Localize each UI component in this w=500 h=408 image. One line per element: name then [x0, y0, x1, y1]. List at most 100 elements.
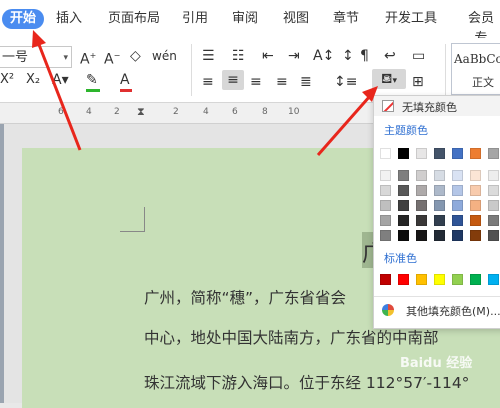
color-swatch[interactable]	[452, 200, 463, 211]
color-swatch[interactable]	[380, 170, 391, 181]
rotate-text-icon[interactable]: ↩	[384, 46, 396, 66]
borders-icon[interactable]: ⊞	[412, 72, 424, 92]
color-swatch[interactable]	[398, 230, 409, 241]
color-swatch[interactable]	[470, 148, 481, 159]
separator	[445, 44, 446, 96]
color-swatch[interactable]	[452, 170, 463, 181]
style-gallery-normal[interactable]: AaBbCc 正文	[451, 43, 500, 95]
color-swatch[interactable]	[416, 185, 427, 196]
color-swatch[interactable]	[470, 274, 481, 285]
color-swatch[interactable]	[416, 200, 427, 211]
grow-font-icon[interactable]: A+	[80, 46, 96, 68]
color-swatch[interactable]	[398, 148, 409, 159]
font-size-select[interactable]: 一号 ▾	[0, 46, 72, 68]
color-swatch[interactable]	[398, 200, 409, 211]
shading-color-dropdown: 无填充颜色 主题颜色 标准色 其他填充颜色(M)...	[373, 95, 500, 329]
line-spacing-icon[interactable]: ↕≡	[334, 72, 357, 92]
shrink-font-icon[interactable]: A−	[104, 46, 120, 68]
no-fill-option[interactable]: 无填充颜色	[374, 96, 500, 116]
tab-review[interactable]: 审阅	[232, 9, 258, 29]
tab-developer[interactable]: 开发工具	[385, 9, 437, 29]
color-swatch[interactable]	[398, 274, 409, 285]
align-left-icon[interactable]: ≡	[202, 72, 214, 92]
color-swatch[interactable]	[488, 215, 499, 226]
color-swatch[interactable]	[380, 148, 391, 159]
phonetic-guide-icon[interactable]: wén	[152, 46, 177, 66]
tab-chapter[interactable]: 章节	[333, 9, 359, 29]
highlight-color-bar	[86, 89, 100, 92]
color-swatch[interactable]	[434, 185, 445, 196]
increase-indent-icon[interactable]: ⇥	[288, 46, 300, 66]
color-swatch[interactable]	[416, 170, 427, 181]
color-swatch[interactable]	[488, 274, 499, 285]
font-color-icon[interactable]: A	[120, 70, 132, 92]
tab-home[interactable]: 开始	[2, 9, 45, 29]
distribute-icon[interactable]: ≣	[300, 72, 312, 92]
ruler-number: 6	[58, 107, 64, 117]
color-swatch[interactable]	[434, 170, 445, 181]
color-swatch[interactable]	[452, 230, 463, 241]
color-swatch[interactable]	[434, 274, 445, 285]
color-swatch[interactable]	[470, 230, 481, 241]
table-icon[interactable]: ▭	[412, 46, 425, 66]
no-fill-label: 无填充颜色	[402, 101, 457, 114]
justify-icon[interactable]: ≡	[276, 72, 288, 92]
color-swatch[interactable]	[398, 215, 409, 226]
color-swatch[interactable]	[488, 170, 499, 181]
color-swatch[interactable]	[452, 185, 463, 196]
color-swatch[interactable]	[470, 185, 481, 196]
align-right-icon[interactable]: ≡	[250, 72, 262, 92]
color-swatch[interactable]	[434, 148, 445, 159]
superscript-icon[interactable]: X²	[0, 70, 14, 90]
sort-icon[interactable]: ↕	[342, 46, 354, 66]
tab-insert[interactable]: 插入	[56, 9, 82, 29]
color-swatch[interactable]	[488, 200, 499, 211]
tab-view[interactable]: 视图	[283, 9, 309, 29]
color-swatch[interactable]	[416, 215, 427, 226]
ruler-number: 4	[203, 107, 209, 117]
numbered-list-icon[interactable]: ☷	[232, 46, 245, 66]
more-fill-colors-option[interactable]: 其他填充颜色(M)...	[406, 303, 500, 319]
color-swatch[interactable]	[452, 215, 463, 226]
color-swatch[interactable]	[488, 148, 499, 159]
color-swatch[interactable]	[470, 200, 481, 211]
color-swatch[interactable]	[452, 274, 463, 285]
tab-member[interactable]: 会员专	[462, 9, 500, 46]
color-swatch[interactable]	[380, 185, 391, 196]
style-name: 正文	[472, 76, 494, 89]
font-color-bar	[120, 89, 132, 92]
show-marks-icon[interactable]: ¶	[360, 46, 369, 66]
color-swatch[interactable]	[380, 200, 391, 211]
color-swatch[interactable]	[470, 215, 481, 226]
highlight-icon[interactable]: ✎	[86, 70, 100, 92]
text-effect-icon[interactable]: A▾	[52, 70, 69, 90]
ribbon-toolbar: 一号 ▾ A+ A− ◇ wén ☰ ☷ ⇤ ⇥ A↕ ↕ ¶ ↩ ▭ X² X…	[0, 38, 500, 103]
indent-marker-icon[interactable]: ⧗	[137, 105, 145, 119]
color-swatch[interactable]	[380, 230, 391, 241]
color-swatch[interactable]	[416, 274, 427, 285]
color-swatch[interactable]	[380, 215, 391, 226]
clear-format-icon[interactable]: ◇	[130, 46, 141, 66]
color-swatch[interactable]	[488, 185, 499, 196]
color-swatch[interactable]	[398, 170, 409, 181]
color-swatch[interactable]	[488, 230, 499, 241]
no-fill-icon	[382, 100, 394, 112]
color-swatch[interactable]	[380, 274, 391, 285]
color-swatch[interactable]	[434, 230, 445, 241]
color-swatch[interactable]	[416, 230, 427, 241]
color-swatch[interactable]	[452, 148, 463, 159]
tab-references[interactable]: 引用	[182, 9, 208, 29]
color-swatch[interactable]	[470, 170, 481, 181]
color-swatch[interactable]	[434, 215, 445, 226]
color-swatch[interactable]	[434, 200, 445, 211]
tab-page-layout[interactable]: 页面布局	[108, 9, 160, 29]
chinese-layout-icon[interactable]: A↕	[313, 46, 334, 66]
shading-fill-button[interactable]: ⛾▾	[372, 69, 406, 89]
decrease-indent-icon[interactable]: ⇤	[262, 46, 274, 66]
paragraph-line-1: 广州，简称“穗”，广东省省会	[144, 289, 347, 307]
align-center-icon[interactable]: ≡	[222, 70, 244, 90]
color-swatch[interactable]	[416, 148, 427, 159]
bullet-list-icon[interactable]: ☰	[202, 46, 215, 66]
color-swatch[interactable]	[398, 185, 409, 196]
subscript-icon[interactable]: X₂	[26, 70, 40, 90]
